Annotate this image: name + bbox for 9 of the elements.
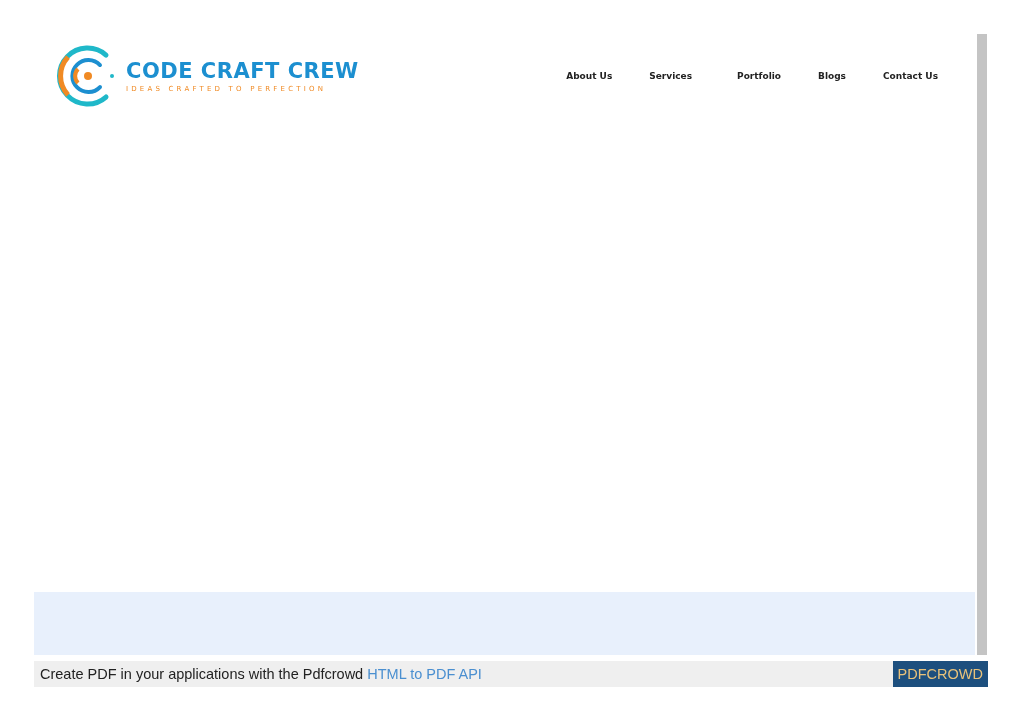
logo-title: CODE CRAFT CREW (126, 59, 359, 83)
scrollbar[interactable] (977, 34, 987, 655)
footer-text: Create PDF in your applications with the Pdfcrowd (39, 666, 365, 682)
nav-link[interactable]: Contact Us (883, 71, 938, 81)
nav-link[interactable]: Services (649, 71, 693, 81)
pdfcrowd-button[interactable]: PDFCROWD (892, 661, 988, 687)
nav-link[interactable]: About Us (566, 71, 613, 81)
nav-link[interactable]: Portfolio (737, 71, 782, 81)
nav-link[interactable]: Blogs (818, 71, 846, 81)
